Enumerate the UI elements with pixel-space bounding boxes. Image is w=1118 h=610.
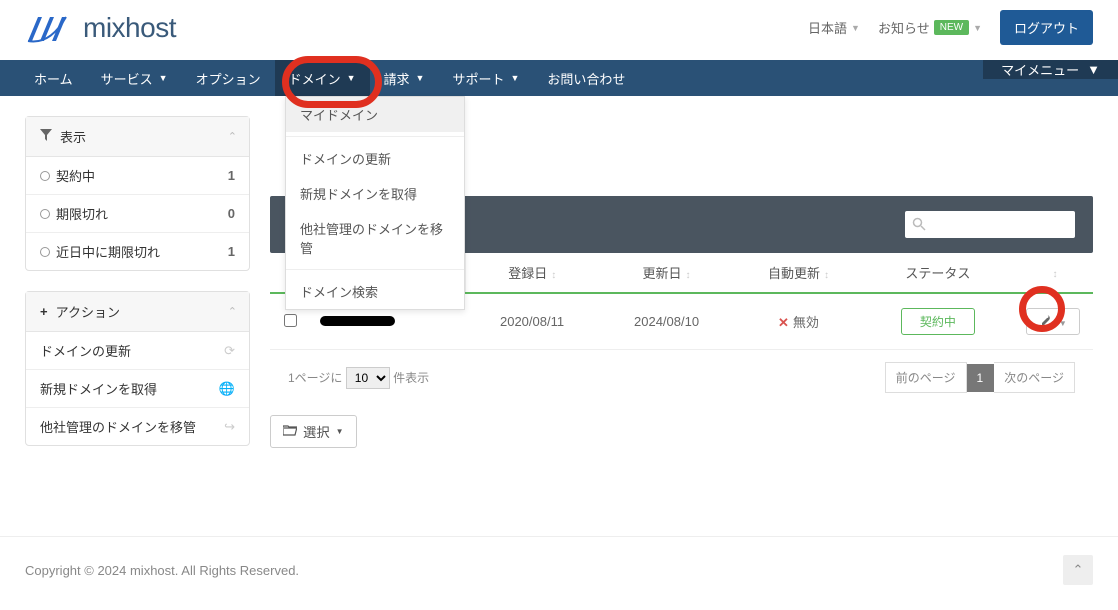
col-status[interactable]: ステータス xyxy=(863,253,1013,293)
dropdown-my-domain[interactable]: マイドメイン xyxy=(286,97,464,132)
sort-icon: ↕ xyxy=(824,270,829,281)
per-page-select[interactable]: 10 xyxy=(346,367,390,389)
pagination: 前のページ 1 次のページ xyxy=(885,362,1075,393)
sort-icon: ↕ xyxy=(686,270,691,281)
action-transfer[interactable]: 他社管理のドメインを移管 ↪ xyxy=(26,408,249,445)
refresh-icon: ⟳ xyxy=(224,343,235,359)
copyright: Copyright © 2024 mixhost. All Rights Res… xyxy=(25,563,299,578)
status-badge: 契約中 xyxy=(901,308,975,335)
scroll-top-button[interactable]: ⌃ xyxy=(1063,555,1093,585)
sort-icon: ↕ xyxy=(551,270,556,281)
my-menu[interactable]: マイメニュー▼ xyxy=(983,60,1118,79)
main-navigation: ホーム サービス▼ オプション ドメイン▼ 請求▼ サポート▼ お問い合わせ マ… xyxy=(0,60,1118,96)
chevron-up-icon: ⌃ xyxy=(228,305,237,318)
cell-registered: 2020/08/11 xyxy=(465,293,599,350)
radio-icon xyxy=(40,209,50,219)
caret-down-icon: ▼ xyxy=(973,23,982,33)
per-page-control: 1ページに 10 件表示 xyxy=(288,367,429,389)
action-panel: + アクション ⌃ ドメインの更新 ⟳ 新規ドメインを取得 🌐 他社管理のドメイ… xyxy=(25,291,250,446)
radio-icon xyxy=(40,171,50,181)
next-page-button[interactable]: 次のページ xyxy=(994,362,1075,393)
brand-name: mixhost xyxy=(83,12,176,44)
filter-expired[interactable]: 期限切れ 0 xyxy=(26,195,249,233)
domain-name-redacted xyxy=(320,316,395,326)
domain-dropdown: マイドメイン ドメインの更新 新規ドメインを取得 他社管理のドメインを移管 ドメ… xyxy=(285,96,465,310)
cell-renewal: 2024/08/10 xyxy=(599,293,734,350)
page-1-button[interactable]: 1 xyxy=(967,364,995,392)
sort-icon: ↕ xyxy=(1053,269,1058,280)
chevron-up-icon: ⌃ xyxy=(228,130,237,143)
filter-icon xyxy=(40,129,52,144)
action-register[interactable]: 新規ドメインを取得 🌐 xyxy=(26,370,249,408)
view-panel: 表示 ⌃ 契約中 1 期限切れ 0 近日中に期限切れ 1 xyxy=(25,116,250,271)
dropdown-renew[interactable]: ドメインの更新 xyxy=(286,141,464,176)
caret-down-icon: ▼ xyxy=(1087,62,1100,77)
col-registered[interactable]: 登録日↕ xyxy=(465,253,599,293)
nav-billing[interactable]: 請求▼ xyxy=(370,60,439,96)
nav-support[interactable]: サポート▼ xyxy=(438,60,533,96)
cell-auto-renew: ✕無効 xyxy=(734,293,863,350)
row-action-button[interactable]: ▼ xyxy=(1026,308,1080,335)
col-auto-renew[interactable]: 自動更新↕ xyxy=(734,253,863,293)
brand-logo[interactable]: mixhost xyxy=(25,12,176,44)
action-renew[interactable]: ドメインの更新 ⟳ xyxy=(26,332,249,370)
nav-service[interactable]: サービス▼ xyxy=(87,60,182,96)
logout-button[interactable]: ログアウト xyxy=(1000,10,1093,45)
dropdown-register[interactable]: 新規ドメインを取得 xyxy=(286,176,464,211)
x-icon: ✕ xyxy=(778,315,789,330)
share-icon: ↪ xyxy=(224,419,235,435)
logo-icon xyxy=(25,13,75,43)
filter-expiring-soon[interactable]: 近日中に期限切れ 1 xyxy=(26,233,249,270)
search-input[interactable] xyxy=(905,211,1075,238)
dropdown-search[interactable]: ドメイン検索 xyxy=(286,274,464,309)
row-checkbox[interactable] xyxy=(284,314,297,327)
nav-option[interactable]: オプション xyxy=(182,60,275,96)
radio-icon xyxy=(40,247,50,257)
wrench-icon xyxy=(1039,314,1051,326)
caret-down-icon: ▼ xyxy=(416,73,425,83)
globe-icon: 🌐 xyxy=(219,381,235,397)
caret-down-icon: ▼ xyxy=(159,73,168,83)
caret-down-icon: ▼ xyxy=(510,73,519,83)
plus-icon: + xyxy=(40,304,48,319)
action-panel-header[interactable]: + アクション ⌃ xyxy=(26,292,249,332)
nav-home[interactable]: ホーム xyxy=(20,60,87,96)
bulk-select-button[interactable]: 選択 ▼ xyxy=(270,415,357,448)
col-renewal[interactable]: 更新日↕ xyxy=(599,253,734,293)
caret-down-icon: ▼ xyxy=(336,427,344,436)
folder-icon xyxy=(283,424,297,439)
filter-active[interactable]: 契約中 1 xyxy=(26,157,249,195)
news-link[interactable]: お知らせ NEW ▼ xyxy=(878,18,982,37)
chevron-up-icon: ⌃ xyxy=(1073,562,1084,578)
search-icon xyxy=(912,217,926,234)
nav-domain[interactable]: ドメイン▼ xyxy=(275,60,370,96)
nav-contact[interactable]: お問い合わせ xyxy=(533,60,639,96)
caret-down-icon: ▼ xyxy=(1059,319,1067,328)
dropdown-transfer[interactable]: 他社管理のドメインを移管 xyxy=(286,211,464,265)
language-selector[interactable]: 日本語 ▼ xyxy=(808,18,860,37)
prev-page-button[interactable]: 前のページ xyxy=(885,362,967,393)
caret-down-icon: ▼ xyxy=(347,73,356,83)
new-badge: NEW xyxy=(934,20,969,35)
view-panel-header[interactable]: 表示 ⌃ xyxy=(26,117,249,157)
caret-down-icon: ▼ xyxy=(851,23,860,33)
